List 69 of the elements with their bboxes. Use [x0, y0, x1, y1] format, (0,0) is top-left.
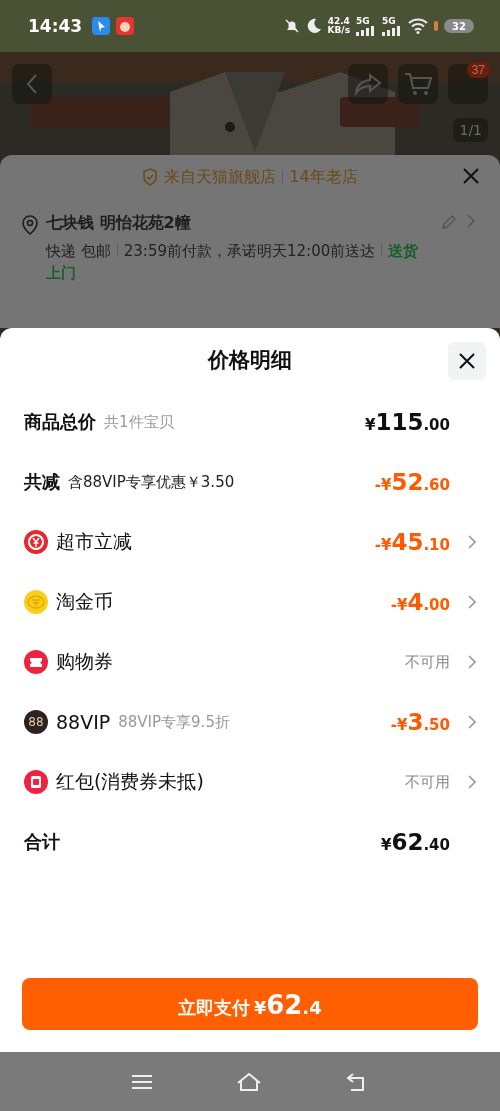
cart-button[interactable] — [398, 64, 438, 104]
address-name: 七块钱 明怡花苑2幢 — [46, 213, 192, 234]
chevron-icon — [468, 535, 476, 549]
row-note: 含88VIP专享优惠￥3.50 — [68, 472, 235, 492]
row-label: 淘金币 — [56, 589, 113, 614]
yuan-badge-icon — [24, 530, 48, 554]
network-type: 5G — [382, 16, 396, 26]
chevron-icon — [468, 595, 476, 609]
battery-icon: 32 — [444, 19, 474, 33]
close-icon — [458, 352, 476, 370]
back-button[interactable] — [12, 64, 52, 104]
row-amount: -¥3.50 — [390, 709, 450, 735]
store-age: 14年老店 — [289, 166, 358, 188]
signal-icon — [382, 25, 402, 36]
status-time: 14:43 — [28, 16, 83, 36]
close-icon — [462, 167, 480, 185]
indicator-icon — [434, 21, 438, 31]
net-speed-unit: KB/s — [327, 26, 350, 35]
benefit-row[interactable]: 淘金币 -¥4.00 — [0, 572, 500, 632]
network-type: 5G — [356, 16, 370, 26]
app-icon — [116, 17, 135, 35]
location-pin-icon — [22, 215, 38, 235]
benefit-row[interactable]: 超市立减 -¥45.10 — [0, 512, 500, 572]
signal-icon — [356, 25, 376, 36]
row-note: 88VIP专享9.5折 — [118, 712, 230, 732]
menu-icon — [131, 1073, 154, 1090]
share-button[interactable] — [348, 64, 388, 104]
row-amount: ¥62.40 — [380, 829, 450, 855]
chevron-icon — [468, 715, 476, 729]
close-button[interactable] — [448, 342, 486, 380]
row-amount: -¥4.00 — [390, 589, 450, 615]
unavailable-status: 不可用 — [405, 652, 450, 672]
vip-badge-icon: 88 — [24, 710, 48, 734]
share-icon — [354, 72, 382, 96]
row-note: 共1件宝贝 — [104, 412, 174, 432]
row-label: 合计 — [24, 830, 60, 854]
unavailable-status: 不可用 — [405, 772, 450, 792]
net-speed: 42.4 — [327, 17, 350, 26]
sheet-title: 价格明细 — [208, 347, 292, 374]
ticket-icon — [24, 650, 48, 674]
chevron-icon — [468, 655, 476, 669]
benefit-row[interactable]: 88 88VIP 88VIP专享9.5折 -¥3.50 — [0, 692, 500, 752]
moon-icon — [305, 18, 322, 34]
app-icon — [92, 17, 111, 35]
image-counter: 1/1 — [453, 118, 488, 142]
benefit-row[interactable]: 红包(消费券未抵) 不可用 — [0, 752, 500, 812]
envelope-icon — [24, 770, 48, 794]
wifi-icon — [408, 18, 428, 34]
coin-icon — [24, 590, 48, 614]
chevron-icon — [468, 775, 476, 789]
pencil-icon — [440, 213, 458, 231]
delivery-info: 快递 包邮 23:59前付款，承诺明天12:00前送达 送货上门 — [46, 241, 420, 284]
home-icon — [236, 1071, 262, 1092]
benefit-row[interactable]: 购物券 不可用 — [0, 632, 500, 692]
row-label: 共减 — [24, 470, 60, 494]
chevron-icon — [466, 213, 476, 229]
shield-check-icon — [142, 168, 159, 186]
cart-icon — [404, 71, 432, 97]
row-label: 商品总价 — [24, 410, 96, 434]
store-source: 来自天猫旗舰店 — [164, 166, 277, 188]
row-label: 超市立减 — [56, 529, 132, 554]
row-label: 购物券 — [56, 649, 113, 674]
row-amount: ¥115.00 — [364, 409, 450, 435]
bell-muted-icon — [283, 18, 300, 34]
back-icon — [25, 73, 39, 95]
row-label: 88VIP — [56, 711, 111, 733]
row-amount: -¥52.60 — [374, 469, 450, 495]
row-amount: -¥45.10 — [374, 529, 450, 555]
row-label: 红包(消费券未抵) — [56, 769, 204, 794]
